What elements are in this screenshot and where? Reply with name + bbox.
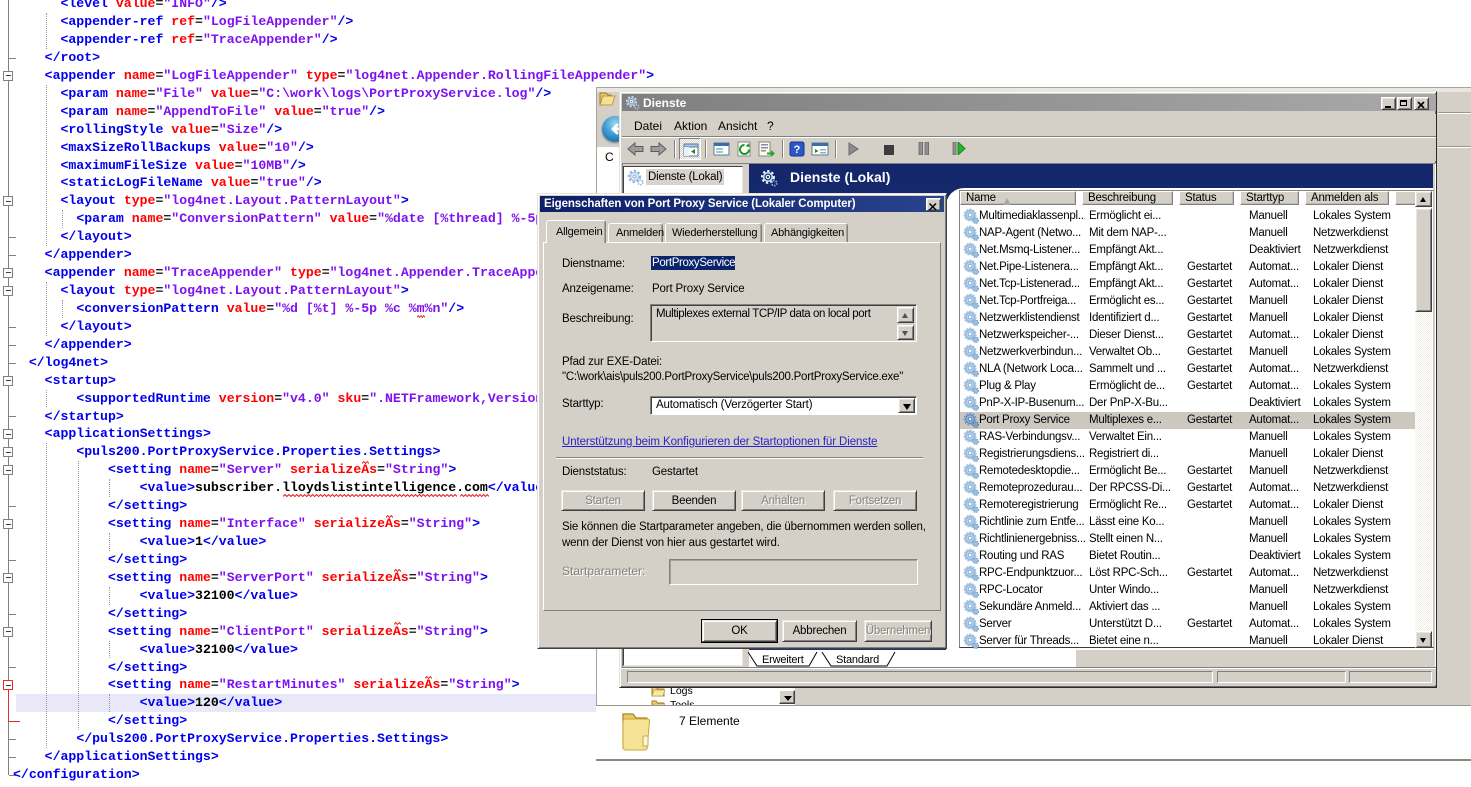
svg-text:?: ? <box>794 144 801 156</box>
svg-text:Standard: Standard <box>836 654 879 666</box>
svg-text:Erweitert: Erweitert <box>762 654 804 666</box>
